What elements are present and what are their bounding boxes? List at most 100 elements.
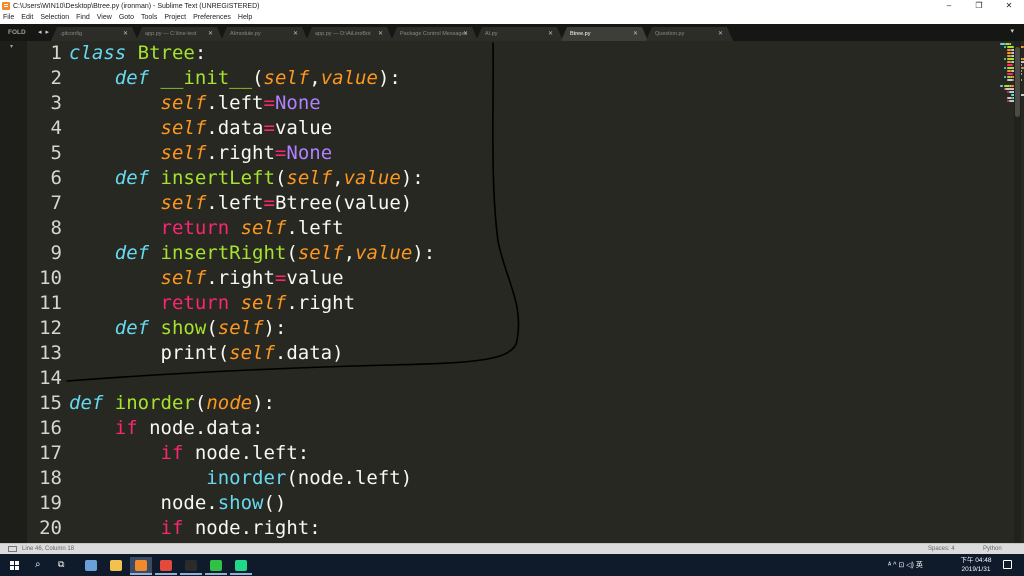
tab-close-icon[interactable]: ✕ (718, 27, 723, 41)
code-token: show (160, 317, 207, 339)
sidebar-folders-label: FOLD (8, 29, 26, 36)
code-line[interactable]: if node.left: (69, 441, 310, 466)
pycharm-icon-glyph (235, 560, 247, 571)
sublime-text-icon[interactable] (130, 557, 152, 575)
folder-collapse-icon[interactable]: ▾ (10, 43, 13, 50)
tab-close-icon[interactable]: ✕ (463, 27, 468, 41)
action-center-icon[interactable] (1003, 560, 1012, 569)
minimize-button[interactable]: – (934, 0, 964, 12)
code-line[interactable]: self.right=None (69, 141, 333, 166)
menu-file[interactable]: File (3, 12, 14, 24)
windows-start-icon[interactable] (10, 561, 19, 570)
ie-icon[interactable] (80, 557, 102, 575)
menu-project[interactable]: Project (164, 12, 186, 24)
menu-help[interactable]: Help (238, 12, 252, 24)
clock[interactable]: 下午 04:48 2019/1/31 (959, 556, 993, 574)
line-number: 8 (50, 217, 62, 239)
tab-close-icon[interactable]: ✕ (378, 27, 383, 41)
code-line[interactable]: def inorder(node): (69, 391, 275, 416)
close-button[interactable]: ✕ (994, 0, 1024, 12)
task-view-icon[interactable]: ⧉ (58, 559, 64, 570)
code-line[interactable]: self.data=value (69, 116, 333, 141)
tab-label: Btree.py (570, 31, 591, 37)
clock-time: 下午 04:48 (960, 557, 992, 564)
code-token: def (69, 392, 104, 414)
code-line[interactable]: def __init__(self,value): (69, 66, 401, 91)
line-app-icon[interactable] (205, 557, 227, 575)
menu-view[interactable]: View (97, 12, 112, 24)
file-explorer-icon[interactable] (105, 557, 127, 575)
code-token: if (114, 417, 138, 439)
code-line[interactable]: if node.data: (69, 416, 264, 441)
menu-selection[interactable]: Selection (40, 12, 69, 24)
code-token: def (114, 242, 150, 264)
line-number: 20 (39, 517, 62, 539)
pycharm-icon[interactable] (230, 557, 252, 575)
code-line[interactable]: return self.left (69, 216, 344, 241)
ie-icon-glyph (85, 560, 97, 571)
menu-preferences[interactable]: Preferences (193, 12, 231, 24)
code-line[interactable]: if node.right: (69, 516, 321, 541)
scrollbar-thumb[interactable] (1015, 47, 1020, 117)
system-tray-icons[interactable]: ᴬ ^ ⊡ ◁) 英 (888, 560, 923, 570)
code-token: = (263, 117, 275, 139)
window-title: C:\Users\WIN10\Desktop\Btree.py (ironman… (13, 2, 260, 10)
terminal-icon[interactable] (180, 557, 202, 575)
code-token: Btree(value) (274, 192, 413, 214)
menu-edit[interactable]: Edit (21, 12, 33, 24)
code-line[interactable]: print(self.data) (69, 341, 344, 366)
code-editor[interactable]: 1 2 3 4 5 6 7 8 9 10 11 12 13 14 15 16 17 18 19 20 class Bt… (27, 41, 1024, 543)
code-token: insertLeft (160, 167, 275, 189)
tab-close-icon[interactable]: ✕ (548, 27, 553, 41)
vertical-scrollbar[interactable] (1014, 41, 1021, 543)
tab-close-icon[interactable]: ✕ (208, 27, 213, 41)
search-icon[interactable]: ⌕ (35, 559, 41, 570)
code-token: self (286, 167, 333, 189)
code-line[interactable]: self.left=Btree(value) (69, 191, 413, 216)
code-line[interactable]: self.right=value (69, 266, 344, 291)
tab-4[interactable]: Package Control Messages ✕ (391, 27, 478, 41)
menu-find[interactable]: Find (76, 12, 90, 24)
tab-list-dropdown-icon[interactable]: ▾ (1010, 27, 1014, 35)
code-line[interactable]: def insertRight(self,value): (69, 241, 435, 266)
line-number: 12 (39, 317, 62, 339)
code-token: ): (377, 67, 401, 89)
tab-5[interactable]: AI.py ✕ (476, 27, 563, 41)
code-line[interactable]: node.show() (69, 491, 287, 516)
code-line[interactable]: return self.right (69, 291, 356, 316)
tab-close-icon[interactable]: ✕ (293, 27, 298, 41)
code-token: def (114, 317, 150, 339)
tab-close-icon[interactable]: ✕ (633, 27, 638, 41)
code-line[interactable]: inorder(node.left) (69, 466, 412, 491)
code-token: ): (263, 317, 287, 339)
line-number: 1 (50, 42, 62, 64)
tab-nav-arrows[interactable]: ◂ ▸ (38, 28, 50, 36)
tab-close-icon[interactable]: ✕ (123, 27, 128, 41)
tab-1[interactable]: app.py — C:\line-test ✕ (136, 27, 223, 41)
panel-toggle-icon[interactable] (8, 546, 17, 552)
tab-0[interactable]: .gitconfig ✕ (51, 27, 138, 41)
code-line[interactable]: class Btree: (69, 41, 206, 66)
menu-tools[interactable]: Tools (141, 12, 157, 24)
maximize-button[interactable]: ❐ (964, 0, 994, 12)
tab-2[interactable]: AImodule.py ✕ (221, 27, 308, 41)
code-line[interactable]: def show(self): (69, 316, 287, 341)
code-token: .left (206, 92, 264, 114)
code-token: value (343, 167, 401, 189)
tab-strip: .gitconfig ✕ app.py — C:\line-test ✕ AImodul… (51, 27, 731, 41)
tab-3[interactable]: app.py — D:\AiLineBot ✕ (306, 27, 393, 41)
tab-7[interactable]: Question.py ✕ (646, 27, 733, 41)
tab-6[interactable]: Btree.py ✕ (561, 27, 648, 41)
code-token: node.data: (137, 417, 264, 439)
code-line[interactable]: self.left=None (69, 91, 321, 116)
chrome-icon[interactable] (155, 557, 177, 575)
menu-goto[interactable]: Goto (119, 12, 134, 24)
code-line[interactable]: def insertLeft(self,value): (69, 166, 424, 191)
code-token: ( (286, 242, 298, 264)
